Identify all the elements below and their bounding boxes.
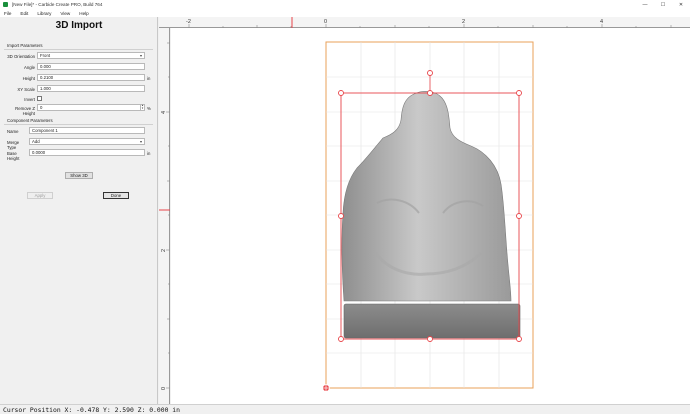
name-label: Name xyxy=(7,129,19,134)
height-label: Height xyxy=(22,76,35,81)
spin-arrows-icon[interactable]: ▴ ▾ xyxy=(140,104,144,111)
resize-handle[interactable] xyxy=(516,90,522,96)
ruler-label-x: -2 xyxy=(186,19,191,25)
apply-button[interactable]: Apply xyxy=(27,192,53,199)
chevron-down-icon: ▾ xyxy=(139,139,142,144)
remove-z-value: 0 xyxy=(40,105,43,110)
panel-title: 3D Import xyxy=(55,20,103,31)
import-parameters-heading: Import Parameters xyxy=(7,43,43,48)
window-title: [New File]* - Carbide Create PRO, Build … xyxy=(12,2,103,7)
resize-handle[interactable] xyxy=(338,90,344,96)
resize-handle[interactable] xyxy=(427,90,433,96)
chevron-down-icon: ▾ xyxy=(139,53,142,58)
status-bar: Cursor Position X: -0.478 Y: 2.590 Z: 0.… xyxy=(0,404,690,414)
ruler-label-x: 0 xyxy=(324,19,327,25)
merge-type-value: Add xyxy=(32,139,40,144)
vertical-ruler-ticks: 4 2 0 xyxy=(159,42,170,390)
import-panel: 3D Import Import Parameters 3D Orientati… xyxy=(0,17,158,404)
design-canvas[interactable] xyxy=(171,28,690,404)
menu-view[interactable]: View xyxy=(60,11,70,16)
resize-handle[interactable] xyxy=(516,213,522,219)
ruler-label-x: 2 xyxy=(462,19,465,25)
ruler-label-y: 2 xyxy=(161,249,167,252)
ruler-label-x: 4 xyxy=(600,19,603,25)
orientation-select[interactable]: Front ▾ xyxy=(37,52,145,59)
menu-help[interactable]: Help xyxy=(79,11,88,16)
merge-type-label: Merge Type xyxy=(7,140,20,150)
orientation-value: Front xyxy=(40,53,51,58)
show-3d-button[interactable]: Show 3D xyxy=(65,172,93,179)
resize-handle[interactable] xyxy=(338,336,344,342)
height-input[interactable]: 0.2100 xyxy=(37,74,145,81)
remove-z-input[interactable]: 0 ▴ ▾ xyxy=(37,104,145,111)
menu-file[interactable]: File xyxy=(4,11,11,16)
base-height-unit: in xyxy=(147,151,151,156)
section-divider xyxy=(4,124,153,125)
resize-handle[interactable] xyxy=(338,213,344,219)
maximize-button[interactable]: ☐ xyxy=(654,0,672,9)
menu-library[interactable]: Library xyxy=(37,11,51,16)
xy-scale-label: XY Scale xyxy=(17,87,35,92)
done-button[interactable]: Done xyxy=(103,192,129,199)
angle-input[interactable]: 0.000 xyxy=(37,63,145,70)
menu-bar: File Edit Library View Help xyxy=(0,9,690,17)
close-button[interactable]: ✕ xyxy=(672,0,690,9)
base-height-label: Base Height xyxy=(7,151,20,161)
rotate-handle[interactable] xyxy=(427,70,433,76)
ruler-label-y: 0 xyxy=(161,387,167,390)
invert-label: Invert xyxy=(24,97,35,102)
minimize-button[interactable]: — xyxy=(636,0,654,9)
height-unit: in xyxy=(147,76,151,81)
orientation-label: 3D Orientation xyxy=(7,54,35,59)
canvas-drawing[interactable] xyxy=(171,28,690,404)
resize-handle[interactable] xyxy=(516,336,522,342)
menu-edit[interactable]: Edit xyxy=(20,11,28,16)
app-icon xyxy=(3,2,8,7)
horizontal-ruler: -2 0 2 4 xyxy=(159,17,690,28)
horizontal-ruler-ticks: -2 0 2 4 xyxy=(186,17,672,28)
resize-handle[interactable] xyxy=(427,336,433,342)
ruler-label-y: 4 xyxy=(161,111,167,114)
base-height-input[interactable]: 0.0000 xyxy=(29,149,145,156)
merge-type-select[interactable]: Add ▾ xyxy=(29,138,145,145)
cursor-position-readout: Cursor Position X: -0.478 Y: 2.590 Z: 0.… xyxy=(3,406,180,414)
name-input[interactable]: Component 1 xyxy=(29,127,145,134)
invert-checkbox[interactable] xyxy=(37,96,42,101)
section-divider xyxy=(4,49,153,50)
remove-z-unit: % xyxy=(147,106,151,111)
angle-label: Angle xyxy=(24,65,35,70)
vertical-ruler: 4 2 0 xyxy=(159,28,170,404)
title-bar: [New File]* - Carbide Create PRO, Build … xyxy=(0,0,690,9)
remove-z-label: Remove Z Height xyxy=(15,106,35,116)
window-controls: — ☐ ✕ xyxy=(636,0,690,9)
component-parameters-heading: Component Parameters xyxy=(7,118,53,123)
xy-scale-input[interactable]: 1.000 xyxy=(37,85,145,92)
